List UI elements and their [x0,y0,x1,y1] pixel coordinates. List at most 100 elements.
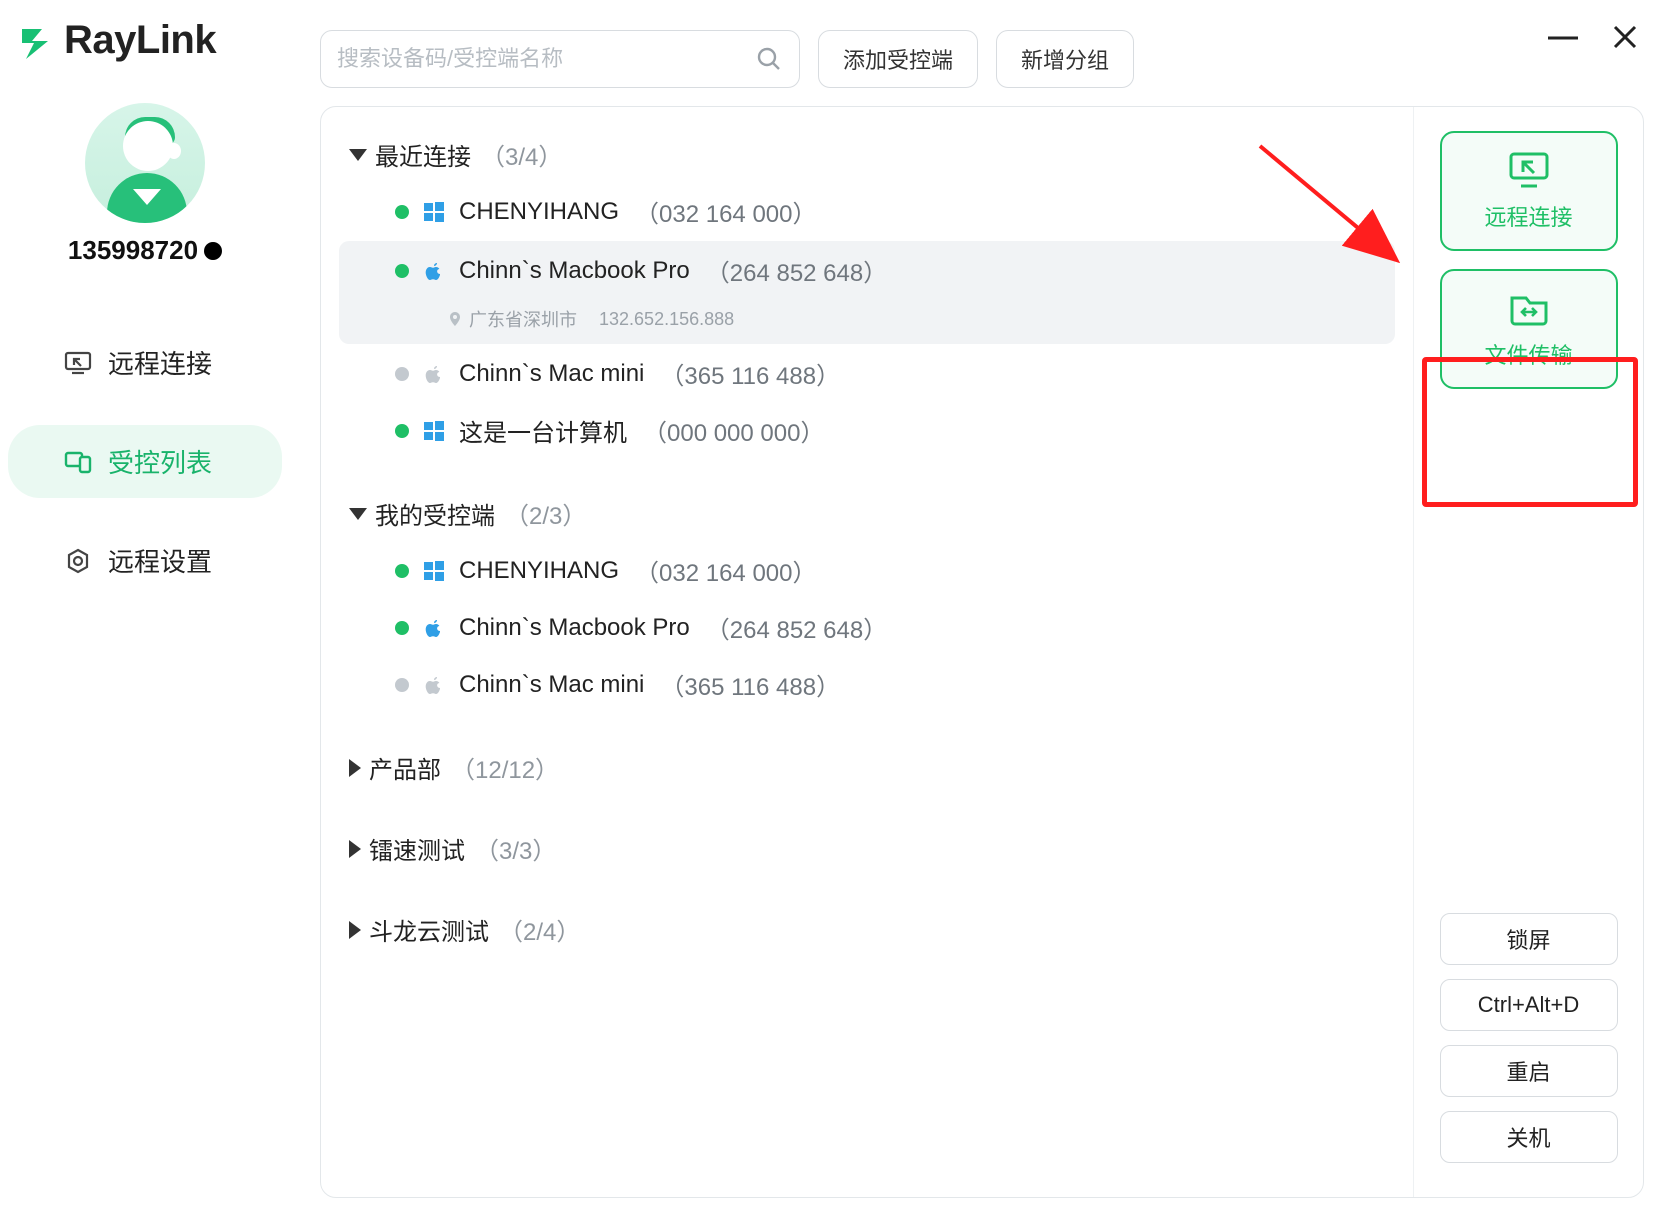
group-header[interactable]: 镭速测试 （3/3） [321,821,1413,876]
windows-icon [423,201,445,223]
device-row[interactable]: 这是一台计算机 （000 000 000） [339,403,1395,458]
device-id: （365 116 488） [660,667,840,702]
apple-icon [423,260,445,282]
masked-dot-icon [204,242,222,260]
file-transfer-button[interactable]: 文件传输 [1440,269,1618,389]
group-count: （2/3） [505,496,586,531]
device-name: CHENYIHANG [459,557,619,585]
action-column: 远程连接 文件传输 锁屏 Ctrl+Alt+D 重启 关机 [1413,107,1643,1197]
main: 添加受控端 新增分组 最近连接 （3/4） CHENYIHANG （032 164 0… [290,0,1664,1218]
status-dot-icon [395,205,409,219]
close-button[interactable] [1612,24,1638,50]
group-name: 斗龙云测试 [369,912,489,947]
status-dot-icon [395,264,409,278]
status-dot-icon [395,678,409,692]
shutdown-button[interactable]: 关机 [1440,1111,1618,1163]
group-name: 镭速测试 [369,831,465,866]
location-pin-icon [447,311,463,327]
chevron-down-icon [349,149,367,161]
chevron-right-icon [349,840,361,858]
device-row[interactable]: Chinn`s Mac mini （365 116 488） [339,657,1395,712]
nav: 远程连接 受控列表 远程设置 [0,326,290,597]
nav-remote-connect[interactable]: 远程连接 [8,326,282,399]
windows-icon [423,420,445,442]
nav-controlled-list[interactable]: 受控列表 [8,425,282,498]
group-header[interactable]: 产品部 （12/12） [321,740,1413,795]
minimize-button[interactable]: — [1548,22,1578,52]
group-name: 最近连接 [375,137,471,172]
ctrl-alt-d-button[interactable]: Ctrl+Alt+D [1440,979,1618,1031]
chevron-down-icon [349,508,367,520]
add-group-button[interactable]: 新增分组 [996,30,1134,88]
device-row[interactable]: Chinn`s Macbook Pro （264 852 648） [339,600,1395,655]
device-id: （032 164 000） [635,194,816,229]
device-subinfo: 广东省深圳市 132.652.156.888 [395,306,734,332]
device-row[interactable]: CHENYIHANG （032 164 000） [339,543,1395,598]
device-name: Chinn`s Macbook Pro [459,257,690,285]
restart-button[interactable]: 重启 [1440,1045,1618,1097]
username-text: 135998720 [68,235,198,266]
group-name: 我的受控端 [375,496,495,531]
group-header[interactable]: 最近连接 （3/4） [321,127,1413,182]
devices-icon [64,448,92,476]
brand-name: RayLink [64,18,216,63]
apple-icon [423,617,445,639]
device-name: Chinn`s Mac mini [459,671,644,699]
remote-connect-button[interactable]: 远程连接 [1440,131,1618,251]
device-list: 最近连接 （3/4） CHENYIHANG （032 164 000） Chinn`s … [321,107,1413,1197]
device-name: CHENYIHANG [459,198,619,226]
group-count: （3/3） [475,831,556,866]
chevron-right-icon [349,921,361,939]
device-row[interactable]: Chinn`s Macbook Pro（264 852 648）广东省深圳市 1… [339,241,1395,344]
nav-label: 远程连接 [108,344,212,381]
panel: 最近连接 （3/4） CHENYIHANG （032 164 000） Chinn`s … [320,106,1644,1198]
group-count: （3/4） [481,137,562,172]
device-id: （264 852 648） [706,610,887,645]
windows-icon [423,560,445,582]
lock-screen-button[interactable]: 锁屏 [1440,913,1618,965]
group-name: 产品部 [369,750,441,785]
device-id: （000 000 000） [643,413,824,448]
apple-icon [423,674,445,696]
group-header[interactable]: 斗龙云测试 （2/4） [321,902,1413,957]
group-header[interactable]: 我的受控端 （2/3） [321,486,1413,541]
button-label: 远程连接 [1484,200,1572,232]
add-device-button[interactable]: 添加受控端 [818,30,978,88]
raylink-logo-icon [18,21,58,61]
nav-label: 远程设置 [108,542,212,579]
group-count: （2/4） [499,912,580,947]
brand-logo: RayLink [0,18,216,63]
device-row[interactable]: Chinn`s Mac mini （365 116 488） [339,346,1395,401]
status-dot-icon [395,564,409,578]
device-id: （365 116 488） [660,356,840,391]
topbar: 添加受控端 新增分组 [320,30,1644,88]
chevron-right-icon [349,759,361,777]
apple-icon [423,363,445,385]
device-name: 这是一台计算机 [459,413,627,448]
device-ip: 132.652.156.888 [599,309,734,330]
search-box[interactable] [320,30,800,88]
device-location: 广东省深圳市 [469,306,577,332]
gear-icon [64,547,92,575]
power-buttons: 锁屏 Ctrl+Alt+D 重启 关机 [1432,913,1625,1173]
button-label: 文件传输 [1484,338,1572,370]
search-icon[interactable] [755,45,783,73]
monitor-arrow-icon [64,349,92,377]
device-id: （032 164 000） [635,553,816,588]
folder-transfer-icon [1507,288,1551,328]
search-input[interactable] [337,46,755,72]
sidebar: RayLink 135998720 远程连接 受控列表 [0,0,290,1218]
status-dot-icon [395,621,409,635]
username[interactable]: 135998720 [68,235,222,266]
nav-label: 受控列表 [108,443,212,480]
device-name: Chinn`s Macbook Pro [459,614,690,642]
status-dot-icon [395,424,409,438]
monitor-arrow-icon [1507,150,1551,190]
window-controls: — [1548,22,1638,52]
status-dot-icon [395,367,409,381]
avatar[interactable] [85,103,205,223]
group-count: （12/12） [451,750,559,785]
device-name: Chinn`s Mac mini [459,360,644,388]
device-row[interactable]: CHENYIHANG （032 164 000） [339,184,1395,239]
nav-remote-settings[interactable]: 远程设置 [8,524,282,597]
